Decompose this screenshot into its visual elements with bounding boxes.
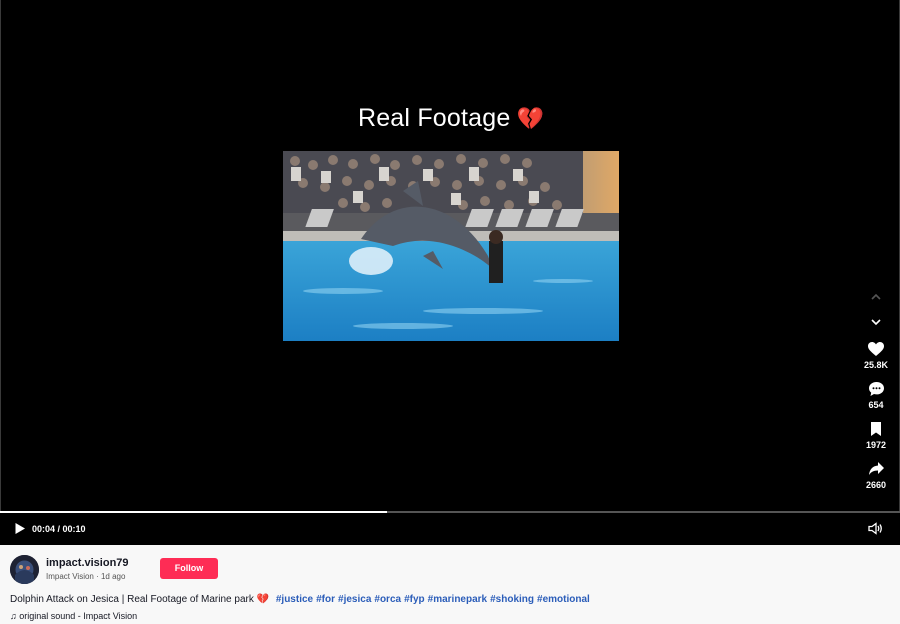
overlay-title-text: Real Footage	[357, 104, 511, 132]
hashtag-link[interactable]: #emotional	[537, 594, 590, 605]
hashtag-link[interactable]: #jesica	[338, 594, 371, 605]
caption-broken-heart: 💔	[256, 594, 270, 605]
music-note-icon: ♫	[10, 611, 20, 621]
chevron-up-icon	[871, 293, 881, 300]
author-meta: Impact Vision · 1d ago	[46, 572, 125, 581]
caption-text: Dolphin Attack on Jesica | Real Footage …	[10, 594, 254, 605]
hashtag-link[interactable]: #justice	[276, 594, 313, 605]
follow-button[interactable]: Follow	[160, 558, 218, 579]
post-time: 1d ago	[100, 572, 126, 581]
video-frame[interactable]	[283, 151, 619, 341]
sound-link[interactable]: ♫ original sound - Impact Vision	[10, 611, 137, 621]
time-display: 00:04 / 00:10	[32, 524, 86, 534]
heart-icon	[868, 342, 884, 356]
video-player[interactable]: Real Footage 💔 25.8K 654 1972 2660 00:04…	[0, 0, 900, 545]
hashtag-link[interactable]: #for	[316, 594, 335, 605]
progress-fill	[0, 511, 387, 513]
chevron-down-icon	[871, 319, 881, 326]
video-caption: Dolphin Attack on Jesica | Real Footage …	[10, 594, 593, 605]
author-username[interactable]: impact.vision79	[46, 557, 129, 569]
comment-button[interactable]: 654	[856, 381, 896, 410]
bookmark-icon	[871, 422, 881, 436]
sound-label: original sound - Impact Vision	[19, 611, 138, 621]
video-overlay-title: Real Footage 💔	[283, 104, 619, 133]
meta-separator: ·	[93, 572, 101, 581]
share-icon	[868, 462, 884, 475]
bookmark-count: 1972	[865, 440, 887, 450]
comment-count: 654	[868, 400, 884, 410]
share-count: 2660	[865, 480, 887, 490]
like-button[interactable]: 25.8K	[856, 341, 896, 370]
volume-icon	[868, 522, 882, 535]
scroll-down-button[interactable]	[856, 317, 896, 327]
scroll-up-button[interactable]	[856, 292, 896, 302]
hashtag-link[interactable]: #orca	[374, 594, 401, 605]
broken-heart-icon: 💔	[516, 106, 545, 131]
avatar[interactable]	[10, 555, 39, 584]
bookmark-button[interactable]: 1972	[856, 421, 896, 450]
hashtag-link[interactable]: #shoking	[490, 594, 534, 605]
video-frame-image	[283, 151, 619, 341]
comment-icon	[868, 382, 884, 396]
share-button[interactable]: 2660	[856, 461, 896, 490]
volume-button[interactable]	[868, 522, 883, 540]
play-icon	[15, 523, 25, 534]
progress-bar[interactable]	[0, 511, 900, 513]
avatar-image	[10, 555, 39, 584]
player-border-left	[0, 0, 1, 512]
play-button[interactable]	[14, 522, 26, 540]
hashtag-link[interactable]: #fyp	[404, 594, 425, 605]
hashtag-link[interactable]: #marinepark	[428, 594, 487, 605]
like-count: 25.8K	[863, 360, 889, 370]
author-display-name: Impact Vision	[46, 572, 94, 581]
